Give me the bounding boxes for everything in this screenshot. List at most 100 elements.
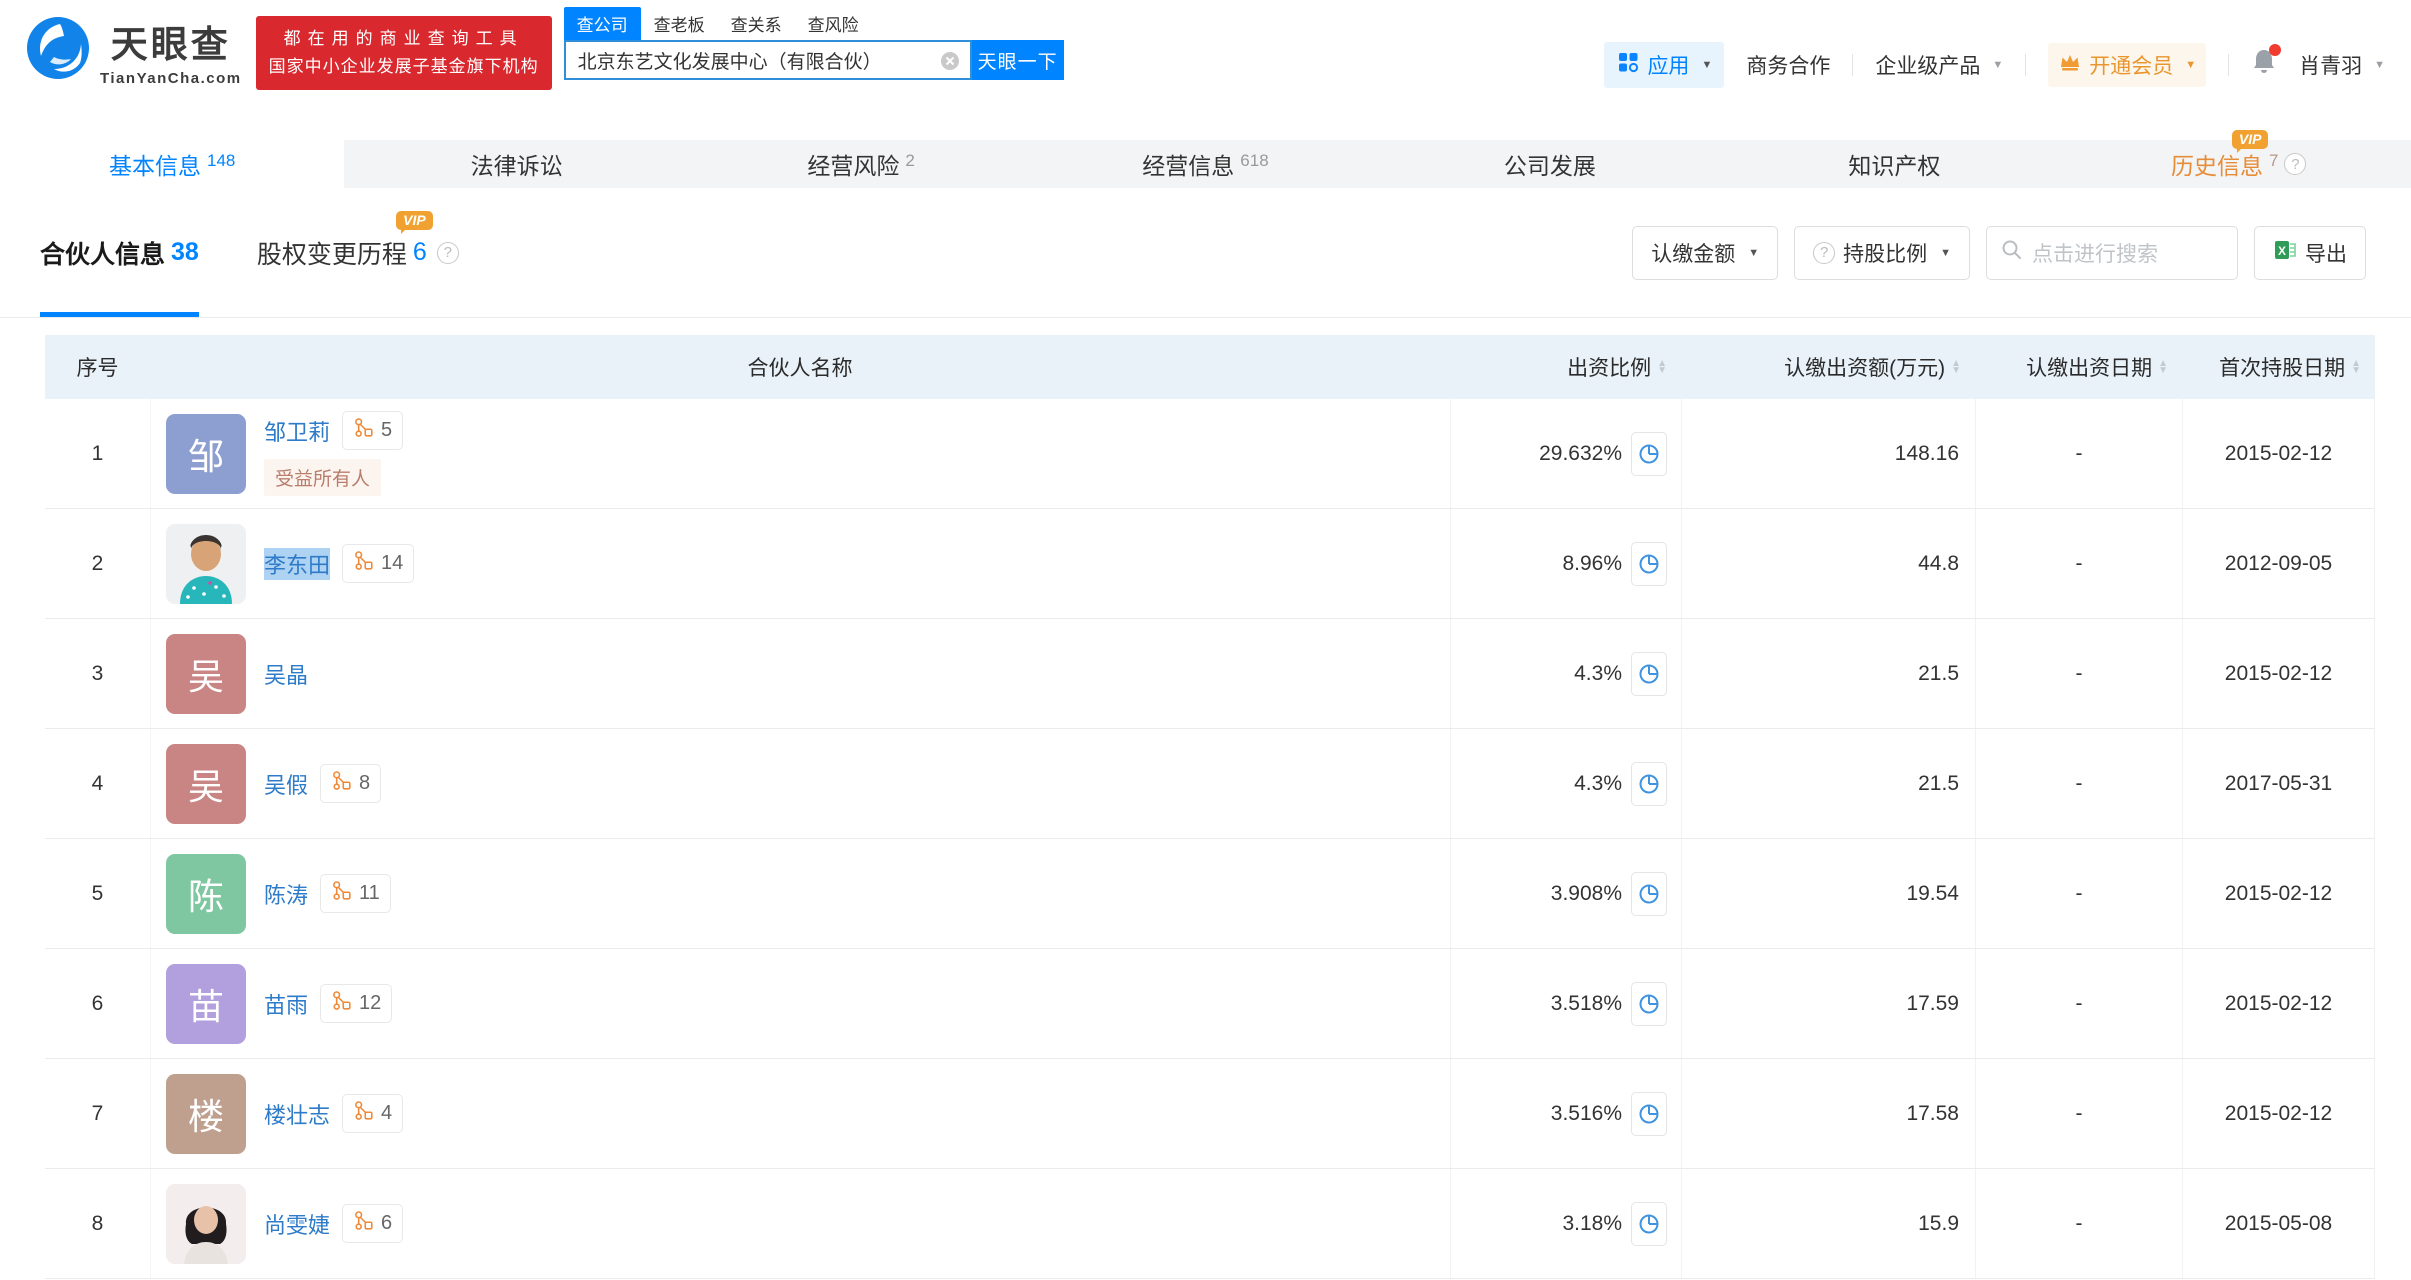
avatar[interactable]: 邹 [166, 413, 246, 494]
main-tab-0[interactable]: 基本信息 148 [0, 140, 345, 188]
col-subscribed-date-sort[interactable]: 认缴出资日期 [1975, 335, 2182, 399]
ratio-value: 8.96% [1562, 551, 1622, 575]
partner-cell: 尚雯婕 6 [150, 1169, 1450, 1278]
main-tab-4[interactable]: 公司发展 [1378, 140, 1722, 188]
first-holding-date: 2017-05-31 [2182, 729, 2374, 838]
partner-name-link[interactable]: 陈涛 [264, 878, 308, 910]
first-holding-date: 2015-02-12 [2182, 1059, 2374, 1168]
avatar[interactable] [166, 523, 246, 604]
nav-apps[interactable]: 应用 [1604, 42, 1725, 88]
relationship-graph-button[interactable]: 6 [342, 1204, 404, 1243]
notification-bell-icon[interactable] [2251, 44, 2282, 82]
first-holding-date: 2012-09-05 [2182, 509, 2374, 618]
subscribed-date: - [1975, 1059, 2182, 1168]
tab-label: 公司发展 [1503, 153, 1596, 179]
partner-name-link[interactable]: 尚雯婕 [264, 1208, 330, 1240]
help-icon[interactable]: ? [2284, 153, 2307, 175]
col-ratio-sort[interactable]: 出资比例 [1450, 335, 1681, 399]
partner-name-link[interactable]: 苗雨 [264, 988, 308, 1020]
search-tab-boss[interactable]: 查老板 [641, 7, 718, 40]
tab-label: 法律诉讼 [470, 153, 563, 179]
avatar[interactable]: 吴 [166, 743, 246, 824]
clear-search-icon[interactable] [940, 51, 960, 71]
shareholding-pie-chart-button[interactable] [1631, 871, 1667, 916]
table-row: 4 吴吴假 8 4.3% 21.5-2017-05-31 [45, 729, 2375, 839]
tab-partner-info[interactable]: 合伙人信息 38 [40, 188, 199, 317]
relationship-graph-button[interactable]: 5 [342, 411, 404, 450]
ratio-cell: 3.908% [1450, 839, 1681, 948]
partner-name-link[interactable]: 吴假 [264, 768, 308, 800]
main-tab-3[interactable]: 经营信息 618 [1033, 140, 1377, 188]
nav-vip[interactable]: 开通会员 [2048, 43, 2207, 87]
shareholding-pie-chart-button[interactable] [1631, 651, 1667, 696]
export-button[interactable]: X 导出 [2254, 225, 2366, 280]
relationship-graph-button[interactable]: 4 [342, 1094, 404, 1133]
search-tab-relation[interactable]: 查关系 [718, 7, 795, 40]
partner-cell: 邹邹卫莉 5 受益所有人 [150, 399, 1450, 508]
relationship-graph-icon [331, 770, 352, 797]
help-icon[interactable]: ? [436, 241, 459, 264]
sort-icon [2158, 360, 2168, 375]
avatar[interactable]: 楼 [166, 1073, 246, 1154]
nav-vip-label: 开通会员 [2089, 55, 2174, 78]
avatar[interactable]: 陈 [166, 853, 246, 934]
col-subscribed-amount-sort[interactable]: 认缴出资额(万元) [1681, 335, 1975, 399]
partner-cell: 吴吴假 8 [150, 729, 1450, 838]
avatar[interactable]: 吴 [166, 633, 246, 714]
row-index: 8 [91, 1211, 104, 1235]
first-holding-date: 2015-02-12 [2182, 839, 2374, 948]
shareholding-pie-chart-button[interactable] [1631, 761, 1667, 806]
promo-banner: 都在用的商业查询工具 国家中小企业发展子基金旗下机构 [255, 16, 552, 91]
main-tab-5[interactable]: 知识产权 [1722, 140, 2066, 188]
partner-name-link[interactable]: 李东田 [264, 547, 331, 580]
search-tab-company[interactable]: 查公司 [563, 7, 641, 40]
subscribed-date: - [1975, 1169, 2182, 1278]
avatar[interactable] [166, 1183, 246, 1264]
col-index: 序号 [76, 357, 119, 380]
search-icon [2001, 239, 2023, 267]
nav-cooperation[interactable]: 商务合作 [1746, 50, 1830, 80]
relationship-count: 6 [381, 1212, 393, 1234]
shareholding-pie-chart-button[interactable] [1631, 1201, 1667, 1246]
first-holding-date: 2015-02-12 [2182, 399, 2374, 508]
avatar[interactable]: 苗 [166, 963, 246, 1044]
table-row: 1 邹邹卫莉 5 受益所有人 29.632% 148.16-2015-02-12 [45, 399, 2375, 509]
main-tab-6[interactable]: VIP 历史信息 7? [2067, 130, 2411, 188]
subscribed-date: - [1975, 509, 2182, 618]
filter-subscribed-amount[interactable]: 认缴金额 [1632, 225, 1779, 280]
main-tab-1[interactable]: 法律诉讼 [344, 140, 688, 188]
partner-name-link[interactable]: 吴晶 [264, 658, 308, 690]
tab-equity-change-history[interactable]: VIP 股权变更历程 6 ? [257, 188, 459, 317]
partner-name-link[interactable]: 邹卫莉 [264, 415, 330, 447]
relationship-graph-button[interactable]: 14 [342, 544, 415, 583]
relationship-count: 8 [359, 772, 371, 794]
subscribed-amount: 21.5 [1681, 729, 1975, 838]
table-filters: 认缴金额 ? 持股比例 点击进行搜索 X [1632, 225, 2366, 280]
relationship-graph-icon [331, 880, 352, 907]
relationship-graph-button[interactable]: 11 [320, 874, 391, 913]
filter-shareholding-ratio[interactable]: ? 持股比例 [1794, 225, 1970, 280]
svg-text:X: X [2278, 244, 2286, 258]
shareholding-pie-chart-button[interactable] [1631, 431, 1667, 476]
search-tab-risk[interactable]: 查风险 [795, 7, 872, 40]
shareholding-pie-chart-button[interactable] [1631, 1091, 1667, 1136]
subscribed-date: - [1975, 399, 2182, 508]
ratio-cell: 4.3% [1450, 729, 1681, 838]
search-button[interactable]: 天眼一下 [971, 40, 1064, 80]
nav-enterprise[interactable]: 企业级产品 [1875, 50, 2003, 80]
tab-label: 历史信息 [2171, 153, 2263, 179]
shareholding-pie-chart-button[interactable] [1631, 981, 1667, 1026]
tab-count: 618 [1240, 151, 1269, 170]
table-search-placeholder: 点击进行搜索 [2032, 242, 2158, 266]
tianyancha-logo[interactable]: 天眼查 TianYanCha.com [26, 14, 242, 87]
main-tab-2[interactable]: 经营风险 2 [689, 140, 1033, 188]
relationship-graph-button[interactable]: 8 [320, 764, 382, 803]
col-first-holding-date-sort[interactable]: 首次持股日期 [2182, 335, 2375, 399]
relationship-graph-button[interactable]: 12 [320, 984, 393, 1023]
search-input[interactable] [565, 42, 970, 78]
ratio-cell: 3.518% [1450, 949, 1681, 1058]
table-search-box[interactable]: 点击进行搜索 [1986, 225, 2238, 280]
nav-user[interactable]: 肖青羽 [2299, 50, 2385, 80]
shareholding-pie-chart-button[interactable] [1631, 541, 1667, 586]
partner-name-link[interactable]: 楼壮志 [264, 1098, 330, 1130]
